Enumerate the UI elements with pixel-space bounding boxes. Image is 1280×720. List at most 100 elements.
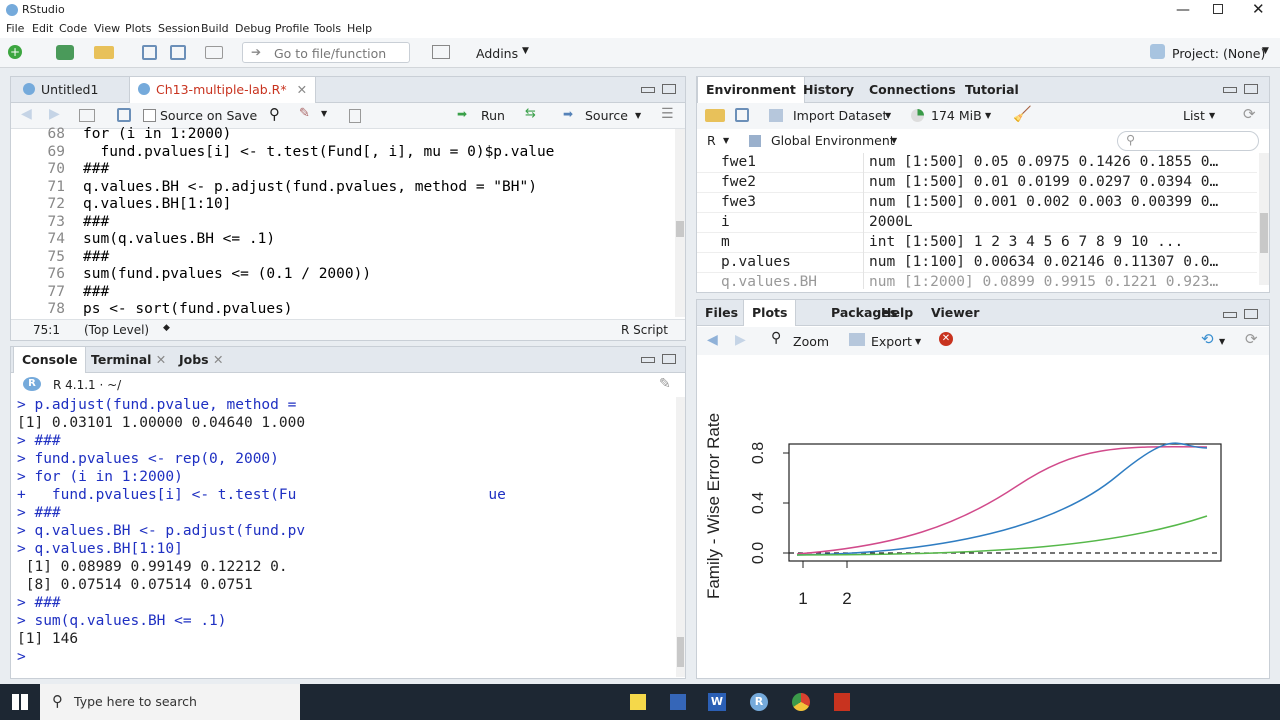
menu-plots[interactable]: Plots xyxy=(125,22,151,35)
scope-selector[interactable]: (Top Level) xyxy=(84,323,149,337)
code-line[interactable]: 73 ### xyxy=(11,214,671,232)
tab-terminal[interactable]: Terminal ✕ xyxy=(83,347,174,373)
scope-selector[interactable]: Global Environment xyxy=(771,133,895,148)
scrollbar-thumb[interactable] xyxy=(677,637,684,667)
next-plot-icon[interactable]: ▶ xyxy=(735,332,746,348)
environment-row[interactable]: fwe2 num [1:500] 0.01 0.0199 0.0297 0.039… xyxy=(697,173,1257,193)
tab-untitled1[interactable]: Untitled1 xyxy=(15,77,106,103)
tab-ch13-multiple-lab[interactable]: Ch13-multiple-lab.R* ✕ xyxy=(129,77,317,103)
menu-debug[interactable]: Debug xyxy=(235,22,271,35)
maximize-pane-icon[interactable] xyxy=(662,354,676,364)
save-icon[interactable] xyxy=(142,45,157,60)
publish-icon[interactable]: ⟲ xyxy=(1201,330,1214,348)
code-line[interactable]: 68 for (i in 1:2000) xyxy=(11,126,671,144)
compile-report-icon[interactable] xyxy=(349,109,361,123)
tab-history[interactable]: History xyxy=(795,77,862,103)
tab-help[interactable]: Help xyxy=(873,300,921,326)
minimize-button[interactable]: — xyxy=(1176,2,1190,18)
back-arrow-icon[interactable]: ◀ xyxy=(21,106,32,122)
app-icon-2[interactable] xyxy=(670,694,686,710)
close-tab-icon[interactable]: ✕ xyxy=(156,352,166,367)
open-folder-icon[interactable] xyxy=(94,46,114,59)
maximize-pane-icon[interactable] xyxy=(1244,309,1258,319)
remove-plot-icon[interactable]: ✕ xyxy=(939,332,953,346)
close-tab-icon[interactable]: ✕ xyxy=(297,82,307,97)
environment-search-input[interactable]: ⚲ xyxy=(1117,131,1259,151)
show-in-window-icon[interactable] xyxy=(79,109,95,122)
maximize-pane-icon[interactable] xyxy=(662,84,676,94)
environment-scrollbar[interactable] xyxy=(1259,153,1269,285)
export-menu[interactable]: Export xyxy=(871,334,912,349)
tab-tutorial[interactable]: Tutorial xyxy=(957,77,1027,103)
forward-arrow-icon[interactable]: ▶ xyxy=(49,106,60,122)
menu-tools[interactable]: Tools xyxy=(314,22,341,35)
console-output[interactable]: > p.adjust(fund.pvalue, method = [1] 0.0… xyxy=(11,397,675,677)
menu-session[interactable]: Session xyxy=(158,22,200,35)
load-workspace-icon[interactable] xyxy=(705,109,725,122)
tab-connections[interactable]: Connections xyxy=(861,77,964,103)
import-dataset-menu[interactable]: Import Dataset xyxy=(793,108,887,123)
menu-profile[interactable]: Profile xyxy=(275,22,309,35)
code-line[interactable]: 78 ps <- sort(fund.pvalues) xyxy=(11,301,671,316)
menu-edit[interactable]: Edit xyxy=(32,22,53,35)
tab-viewer[interactable]: Viewer xyxy=(923,300,987,326)
new-file-icon[interactable]: + xyxy=(8,45,22,59)
tab-plots[interactable]: Plots xyxy=(743,300,797,326)
environment-row[interactable]: q.values.BH num [1:2000] 0.0899 0.9915 0.… xyxy=(697,273,1257,289)
menu-build[interactable]: Build xyxy=(201,22,229,35)
tab-files[interactable]: Files xyxy=(697,300,746,326)
minimize-pane-icon[interactable] xyxy=(1223,312,1237,318)
code-line[interactable]: 71 q.values.BH <- p.adjust(fund.pvalues, … xyxy=(11,179,671,197)
word-icon[interactable]: W xyxy=(708,693,726,711)
minimize-pane-icon[interactable] xyxy=(641,87,655,93)
environment-row[interactable]: fwe1 num [1:500] 0.05 0.0975 0.1426 0.185… xyxy=(697,153,1257,173)
language-selector[interactable]: R xyxy=(707,133,716,148)
clear-console-icon[interactable]: ✎ xyxy=(659,376,671,392)
memory-usage[interactable]: 174 MiB xyxy=(931,108,982,123)
goto-file-input[interactable]: ➔ Go to file/function xyxy=(242,42,410,63)
app-icon-1[interactable] xyxy=(630,694,646,710)
save-workspace-icon[interactable] xyxy=(735,108,749,122)
console-scrollbar[interactable] xyxy=(676,397,685,677)
project-menu[interactable]: Project: (None) xyxy=(1172,46,1265,61)
code-line[interactable]: 74 sum(q.values.BH <= .1) xyxy=(11,231,671,249)
broom-icon[interactable]: 🧹 xyxy=(1013,105,1032,123)
environment-row[interactable]: m int [1:500] 1 2 3 4 5 6 7 8 9 10 ... xyxy=(697,233,1257,253)
refresh-icon[interactable]: ⟳ xyxy=(1245,330,1258,348)
taskbar-search-box[interactable]: ⚲ Type here to search xyxy=(40,684,300,720)
file-type-selector[interactable]: R Script xyxy=(621,323,668,337)
minimize-pane-icon[interactable] xyxy=(641,357,655,363)
close-tab-icon[interactable]: ✕ xyxy=(213,352,223,367)
save-all-icon[interactable] xyxy=(170,45,186,60)
list-view-menu[interactable]: List xyxy=(1183,108,1205,123)
windows-start-icon[interactable] xyxy=(12,694,28,710)
addins-menu[interactable]: Addins xyxy=(476,46,518,61)
code-area[interactable]: 68 for (i in 1:2000) 69 fund.pvalues[i] <-… xyxy=(11,126,673,316)
previous-plot-icon[interactable]: ◀ xyxy=(707,332,718,348)
menu-view[interactable]: View xyxy=(94,22,120,35)
print-icon[interactable] xyxy=(205,46,223,59)
tab-jobs[interactable]: Jobs ✕ xyxy=(171,347,231,373)
magic-wand-icon[interactable]: ✎ xyxy=(299,106,310,121)
environment-row[interactable]: i 2000L xyxy=(697,213,1257,233)
code-line[interactable]: 77 ### xyxy=(11,284,671,302)
menu-code[interactable]: Code xyxy=(59,22,87,35)
refresh-icon[interactable]: ⟳ xyxy=(1243,105,1256,123)
maximize-button[interactable] xyxy=(1213,4,1223,14)
scrollbar-thumb[interactable] xyxy=(676,221,684,237)
minimize-pane-icon[interactable] xyxy=(1223,87,1237,93)
scrollbar-thumb[interactable] xyxy=(1260,213,1268,253)
search-icon[interactable]: ⚲ xyxy=(269,105,280,123)
menu-file[interactable]: File xyxy=(6,22,24,35)
close-button[interactable]: ✕ xyxy=(1252,0,1265,18)
grid-layout-icon[interactable] xyxy=(432,45,450,59)
menu-help[interactable]: Help xyxy=(347,22,372,35)
code-line[interactable]: 70 ### xyxy=(11,161,671,179)
outline-icon[interactable]: ☰ xyxy=(661,106,674,122)
environment-row[interactable]: p.values num [1:100] 0.00634 0.02146 0.11… xyxy=(697,253,1257,273)
rerun-icon[interactable]: ⇆ xyxy=(525,106,536,121)
environment-row[interactable]: fwe3 num [1:500] 0.001 0.002 0.003 0.0039… xyxy=(697,193,1257,213)
chrome-icon[interactable] xyxy=(792,693,810,711)
code-line[interactable]: 69 fund.pvalues[i] <- t.test(Fund[, i], … xyxy=(11,144,671,162)
new-project-icon[interactable] xyxy=(56,45,74,60)
